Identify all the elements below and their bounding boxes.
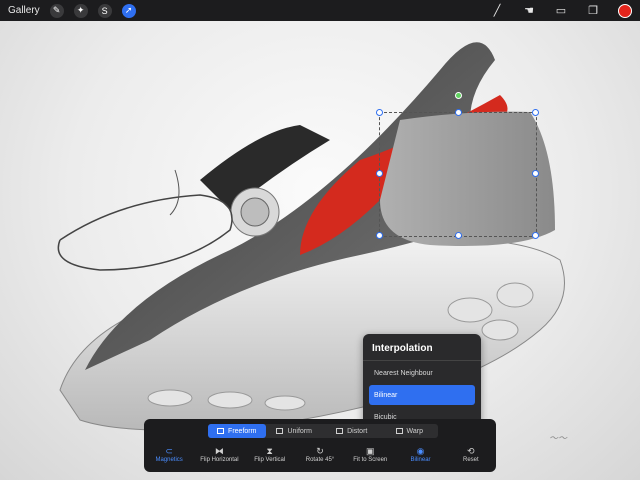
uniform-icon (276, 428, 284, 434)
gallery-button[interactable]: Gallery (8, 5, 40, 16)
handle-top-left[interactable] (376, 109, 383, 116)
handle-mid-right[interactable] (532, 170, 539, 177)
fit-to-screen-label: Fit to Screen (353, 457, 388, 463)
handle-top-mid[interactable] (455, 109, 462, 116)
mode-warp[interactable]: Warp (381, 424, 439, 438)
handle-bottom-mid[interactable] (455, 232, 462, 239)
mode-freeform[interactable]: Freeform (208, 424, 266, 438)
transform-toolbar: Freeform Uniform Distort Warp ⊂ Magnetics… (144, 419, 496, 472)
transform-actions: ⊂ Magnetics ⧓ Flip Horizontal ⧗ Flip Vertic… (144, 446, 496, 468)
divider (363, 360, 481, 361)
mode-distort-label: Distort (347, 427, 368, 435)
transform-mode-segmented: Freeform Uniform Distort Warp (208, 424, 438, 438)
interpolation-label: Bilinear (410, 457, 431, 463)
mode-uniform[interactable]: Uniform (266, 424, 324, 438)
popup-title: Interpolation (372, 343, 433, 354)
mode-warp-label: Warp (406, 427, 423, 435)
freeform-icon (217, 428, 225, 434)
magnetics-button[interactable]: ⊂ Magnetics (144, 446, 194, 468)
active-color-swatch[interactable] (618, 3, 632, 18)
wrench-icon[interactable]: ✎ (49, 3, 64, 18)
reset-label: Reset (462, 457, 479, 463)
eraser-icon[interactable]: ▭ (554, 4, 568, 17)
flip-vertical-button[interactable]: ⧗ Flip Vertical (245, 446, 295, 468)
artist-signature: 〜〜 (549, 433, 568, 443)
mode-distort[interactable]: Distort (323, 424, 381, 438)
drawing-canvas[interactable] (0, 0, 640, 480)
magnetics-label: Magnetics (155, 457, 183, 463)
flip-vertical-icon: ⧗ (266, 446, 273, 456)
magic-wand-icon[interactable]: ✦ (73, 3, 88, 18)
fit-screen-icon: ▣ (366, 446, 375, 456)
distort-icon (336, 428, 344, 434)
flip-horizontal-label: Flip Horizontal (200, 457, 239, 463)
shoe-sketch-illustration (57, 42, 565, 431)
fit-to-screen-button[interactable]: ▣ Fit to Screen (345, 446, 395, 468)
option-bilinear[interactable]: Bilinear (369, 385, 475, 405)
rotate-icon: ↻ (316, 446, 324, 456)
interpolation-icon: ◉ (416, 446, 425, 456)
reset-icon: ⟲ (467, 446, 475, 456)
flip-vertical-label: Flip Vertical (254, 457, 286, 463)
transform-bounding-box[interactable] (376, 92, 539, 239)
interpolation-button[interactable]: ◉ Bilinear (395, 446, 445, 468)
warp-icon (395, 428, 403, 434)
handle-top-right[interactable] (532, 109, 539, 116)
flip-horizontal-icon: ⧓ (214, 446, 224, 456)
rotate-45-button[interactable]: ↻ Rotate 45° (295, 446, 345, 468)
flip-horizontal-button[interactable]: ⧓ Flip Horizontal (194, 446, 244, 468)
top-toolbar: Gallery ✎ ✦ S ➚ ╱ ☚ ▭ ❐ (0, 0, 640, 21)
interpolation-popup: Interpolation Nearest Neighbour Bilinear… (363, 334, 481, 428)
layers-icon[interactable]: ❐ (586, 4, 600, 17)
mode-freeform-label: Freeform (228, 427, 257, 435)
handle-mid-left[interactable] (376, 170, 383, 177)
handle-bottom-left[interactable] (376, 232, 383, 239)
reset-button[interactable]: ⟲ Reset (446, 446, 496, 468)
transform-arrow-icon[interactable]: ➚ (121, 3, 136, 18)
brush-icon[interactable]: ╱ (490, 4, 504, 17)
selection-icon[interactable]: S (97, 3, 112, 18)
rotate-45-label: Rotate 45° (305, 457, 335, 463)
option-nearest-neighbour[interactable]: Nearest Neighbour (369, 363, 475, 383)
magnet-icon: ⊂ (165, 446, 173, 456)
smudge-icon[interactable]: ☚ (522, 4, 536, 17)
right-tool-group: ╱ ☚ ▭ ❐ (490, 0, 632, 21)
rotation-handle[interactable] (455, 92, 462, 99)
mode-uniform-label: Uniform (287, 427, 312, 435)
handle-bottom-right[interactable] (532, 232, 539, 239)
